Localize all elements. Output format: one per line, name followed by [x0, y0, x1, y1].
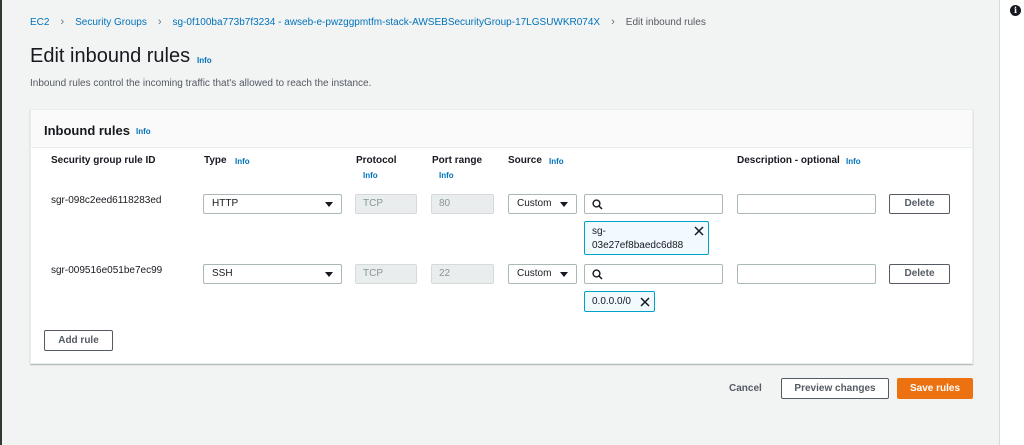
type-select-value: HTTP [212, 198, 239, 209]
search-icon [592, 199, 603, 210]
source-token-text-line1: sg- [592, 226, 606, 237]
page-description: Inbound rules control the incoming traff… [30, 78, 372, 89]
page-title: Edit inbound rules [30, 45, 191, 67]
delete-button-1[interactable]: Delete [889, 194, 950, 214]
caret-down-icon [560, 272, 568, 277]
panel-title: Inbound rules [44, 123, 130, 138]
port-range-field-1: 80 [431, 194, 494, 214]
breadcrumb-ec2[interactable]: EC2 [30, 17, 49, 28]
column-header-rule-id: Security group rule ID [51, 155, 156, 166]
column-header-description: Description - optional [737, 155, 840, 166]
column-header-type: Type [204, 155, 227, 166]
rule-id-1: sgr-098c2eed6118283ed [51, 195, 162, 206]
protocol-field-2: TCP [355, 264, 417, 284]
description-field-2[interactable] [737, 264, 876, 284]
source-token-text-line2: 03e27ef8baedc6d88 [592, 240, 684, 251]
type-select-2[interactable]: SSH [203, 264, 342, 284]
protocol-field-1: TCP [355, 194, 417, 214]
chevron-right-icon: › [611, 16, 615, 28]
column-header-protocol: Protocol [356, 155, 397, 166]
chevron-right-icon: › [60, 16, 65, 28]
source-type-value: Custom [517, 198, 552, 209]
port-range-field-2: 22 [431, 264, 494, 284]
rule-id-2: sgr-009516e051be7ec99 [51, 265, 163, 276]
page-info-link[interactable]: Info [197, 56, 212, 65]
close-icon[interactable] [694, 226, 704, 236]
column-header-source: Source [508, 155, 542, 166]
type-select-1[interactable]: HTTP [203, 194, 342, 214]
protocol-info-link[interactable]: Info [363, 171, 378, 180]
source-token-2: 0.0.0.0/0 [584, 291, 655, 312]
breadcrumb-security-groups[interactable]: Security Groups [75, 17, 147, 28]
source-token-1: sg- 03e27ef8baedc6d88 [584, 221, 709, 255]
panel-info-link[interactable]: Info [136, 127, 151, 136]
add-rule-button[interactable]: Add rule [44, 330, 113, 351]
inbound-rules-panel: Inbound rules Info Security group rule I… [30, 109, 973, 364]
cancel-button[interactable]: Cancel [729, 383, 762, 394]
type-select-value: SSH [212, 268, 233, 279]
description-info-link[interactable]: Info [846, 157, 861, 166]
save-rules-button[interactable]: Save rules [897, 378, 973, 399]
column-header-port-range: Port range [432, 155, 483, 166]
source-token-text: 0.0.0.0/0 [592, 296, 631, 307]
source-search-2[interactable] [584, 264, 723, 284]
source-type-select-2[interactable]: Custom [508, 264, 577, 284]
breadcrumb-security-group[interactable]: sg-0f100ba773b7f3234 - awseb-e-pwzggpmtf… [173, 17, 601, 28]
caret-down-icon [325, 202, 333, 207]
panel-header: Inbound rules Info [31, 110, 972, 148]
port-range-info-link[interactable]: Info [439, 171, 454, 180]
close-icon[interactable] [640, 297, 650, 307]
window-edge [0, 0, 2, 445]
preview-changes-button[interactable]: Preview changes [781, 378, 889, 399]
description-field-1[interactable] [737, 194, 876, 214]
info-circle-icon[interactable]: i [1010, 5, 1021, 16]
help-panel-rail [999, 0, 1024, 445]
search-icon [592, 269, 603, 280]
chevron-right-icon: › [157, 16, 162, 28]
source-search-1[interactable] [584, 194, 723, 214]
source-info-link[interactable]: Info [549, 157, 564, 166]
breadcrumb-current: Edit inbound rules [625, 16, 706, 28]
delete-button-2[interactable]: Delete [889, 264, 950, 284]
source-type-select-1[interactable]: Custom [508, 194, 577, 214]
breadcrumb: EC2 › Security Groups › sg-0f100ba773b7f… [30, 15, 706, 29]
caret-down-icon [560, 202, 568, 207]
type-info-link[interactable]: Info [235, 157, 250, 166]
caret-down-icon [325, 272, 333, 277]
source-type-value: Custom [517, 268, 552, 279]
